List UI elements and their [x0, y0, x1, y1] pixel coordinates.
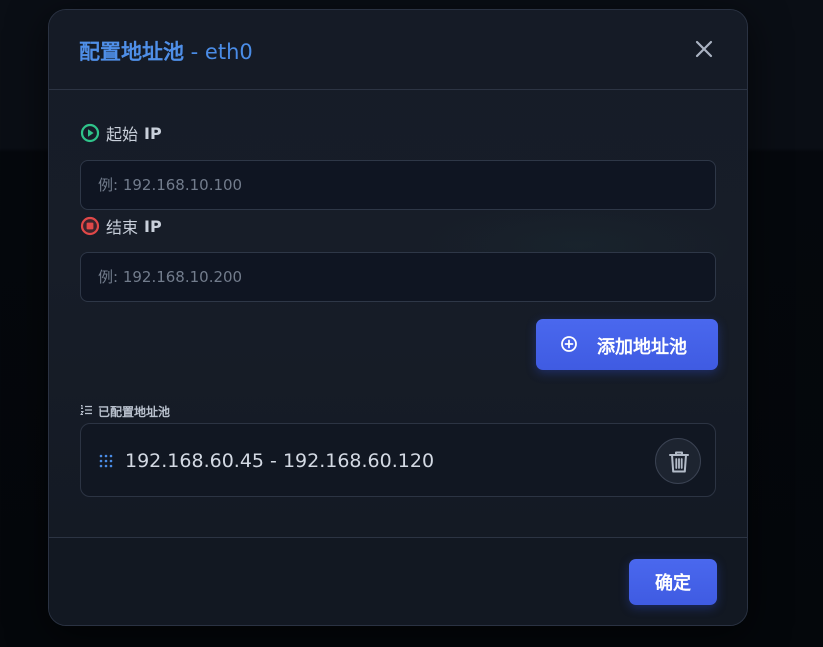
delete-pool-button[interactable]	[655, 438, 701, 484]
dialog-header: 配置地址池 - eth0	[49, 10, 747, 90]
start-ip-input[interactable]	[80, 160, 716, 210]
address-pool-dialog: 配置地址池 - eth0 起始 IP 结束 IP	[48, 9, 748, 626]
pool-list-item: 192.168.60.45 - 192.168.60.120	[80, 423, 716, 497]
add-pool-button[interactable]: 添加地址池	[536, 319, 718, 370]
start-ip-label: 起始 IP	[80, 121, 162, 145]
play-circle-icon	[80, 123, 100, 143]
stop-circle-icon	[80, 216, 100, 236]
dialog-title: 配置地址池 - eth0	[79, 36, 253, 66]
plus-circle-icon	[560, 335, 578, 353]
trash-icon	[669, 451, 689, 473]
start-ip-label-text: 起始	[106, 125, 139, 144]
close-icon	[695, 40, 713, 58]
configured-pools-label: 已配置地址池	[80, 403, 170, 420]
pool-range-text: 192.168.60.45 - 192.168.60.120	[125, 450, 435, 472]
start-ip-label-ip: IP	[144, 123, 162, 143]
end-ip-label-text: 结束	[106, 218, 139, 237]
end-ip-label-ip: IP	[144, 216, 162, 236]
confirm-button[interactable]: 确定	[629, 559, 717, 605]
dialog-title-interface: - eth0	[184, 40, 253, 64]
list-ordered-icon	[80, 404, 93, 419]
configured-pools-label-text: 已配置地址池	[98, 405, 171, 419]
add-pool-button-label: 添加地址池	[597, 337, 687, 358]
drag-handle-icon[interactable]	[99, 453, 113, 468]
close-button[interactable]	[692, 37, 716, 61]
end-ip-label: 结束 IP	[80, 214, 162, 238]
dialog-footer: 确定	[49, 537, 747, 625]
dialog-title-text: 配置地址池	[79, 40, 184, 64]
end-ip-input[interactable]	[80, 252, 716, 302]
